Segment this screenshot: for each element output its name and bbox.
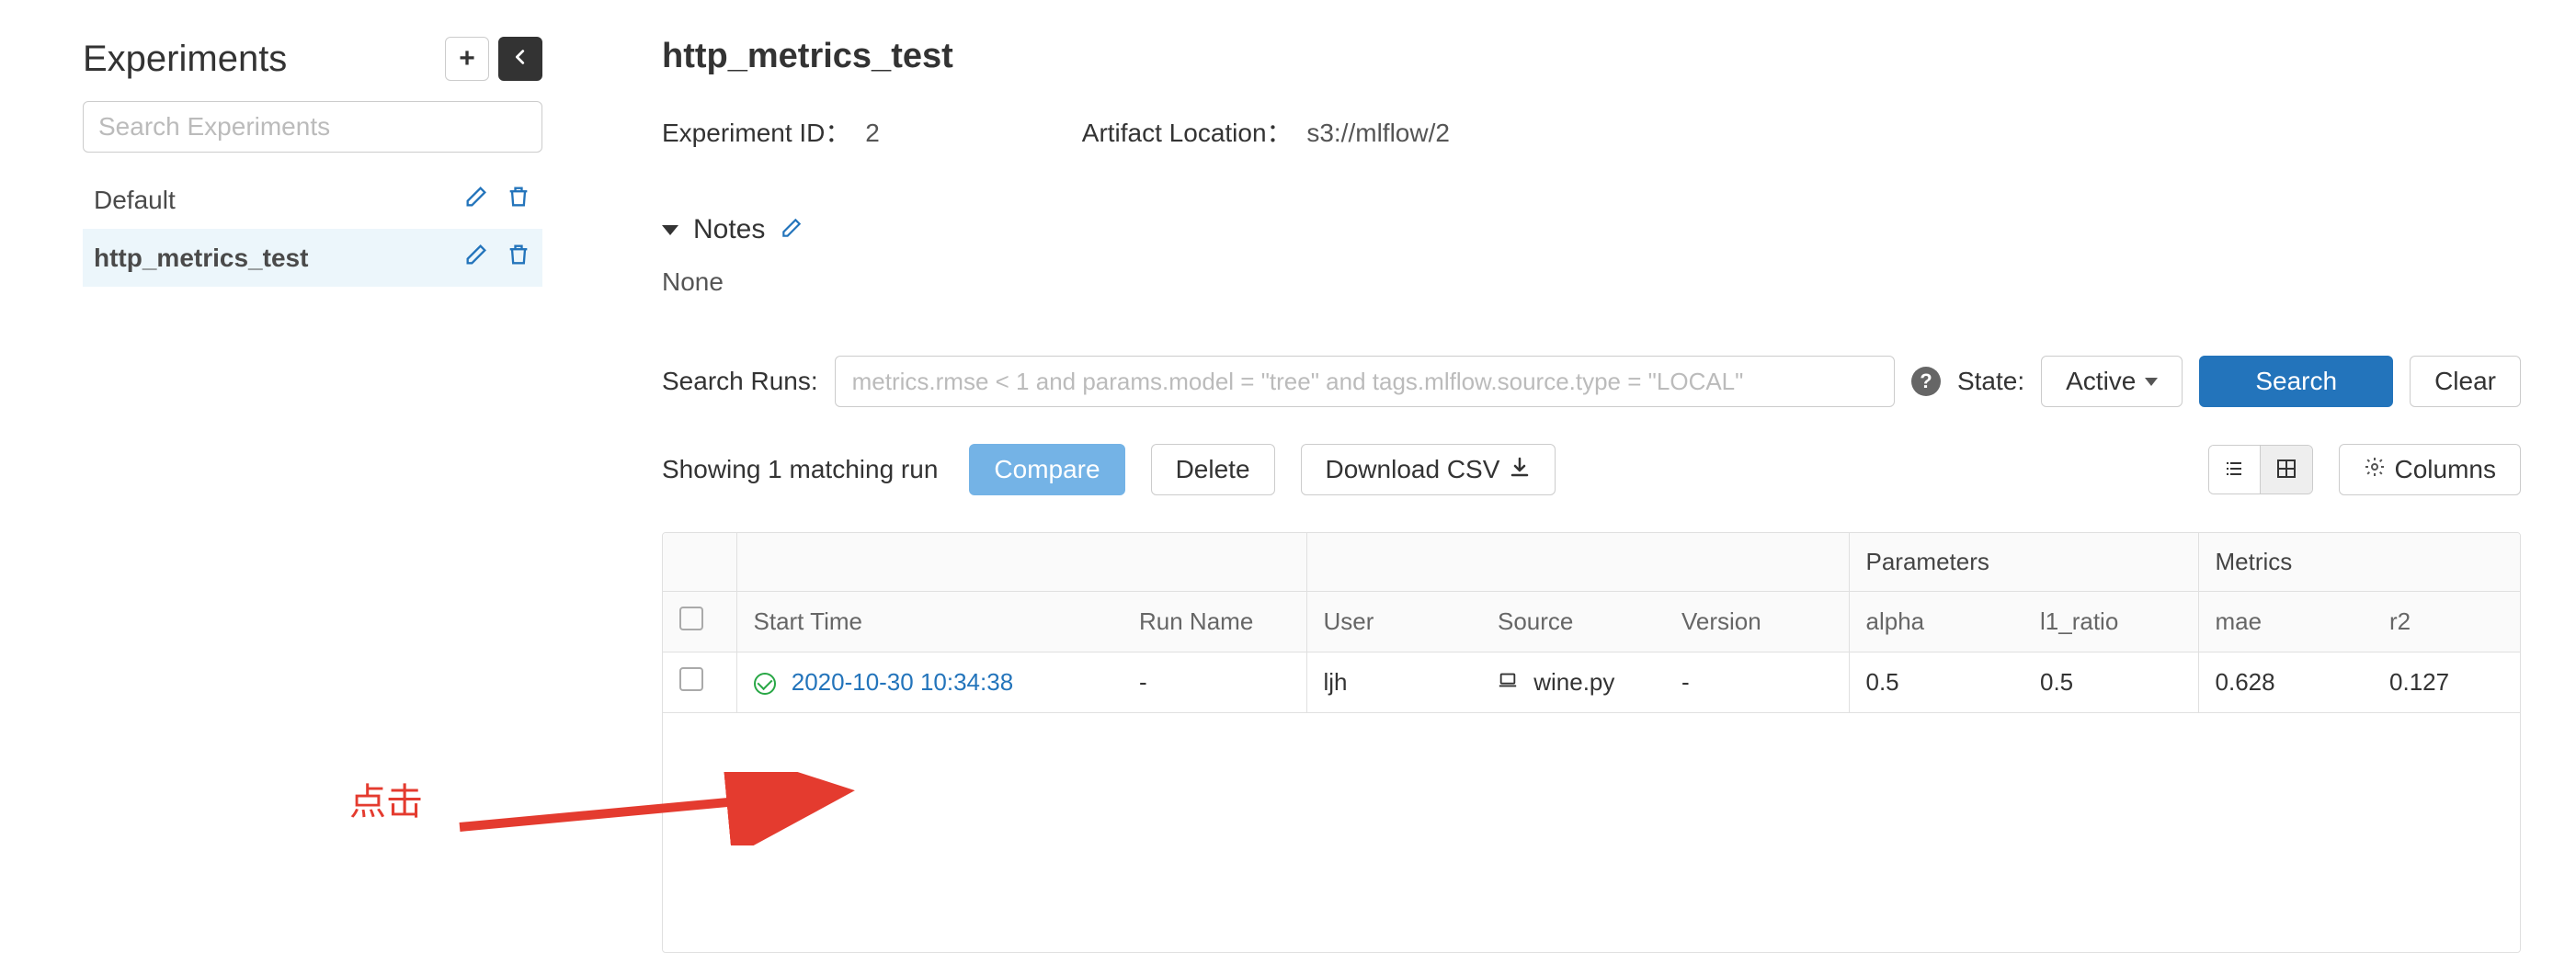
edit-icon[interactable] (463, 242, 489, 274)
col-r2[interactable]: r2 (2373, 592, 2521, 652)
artifact-location-value: s3://mlflow/2 (1306, 119, 1450, 147)
experiment-id-label: Experiment ID： (662, 119, 850, 147)
table-row[interactable]: 2020-10-30 10:34:38 - ljh wine.py - 0.5 (663, 652, 2521, 713)
collapse-sidebar-button[interactable] (498, 37, 542, 81)
chevron-left-icon (510, 45, 530, 74)
state-dropdown[interactable]: Active (2041, 356, 2183, 407)
select-all-checkbox[interactable] (679, 607, 703, 630)
cell-source: wine.py (1533, 668, 1614, 696)
experiment-id-value: 2 (865, 119, 880, 147)
search-runs-input[interactable] (835, 356, 1895, 407)
caret-down-icon[interactable] (662, 225, 678, 235)
col-run-name[interactable]: Run Name (1123, 592, 1306, 652)
cell-version: - (1665, 652, 1849, 713)
plus-icon: + (459, 43, 475, 74)
experiment-name: Default (94, 186, 176, 215)
grid-view-button[interactable] (2261, 446, 2312, 494)
clear-button[interactable]: Clear (2410, 356, 2521, 407)
col-source[interactable]: Source (1481, 592, 1665, 652)
list-icon (2223, 458, 2245, 482)
state-selected: Active (2066, 367, 2136, 396)
edit-notes-icon[interactable] (780, 216, 804, 244)
experiment-item-default[interactable]: Default (83, 171, 542, 229)
columns-label: Columns (2395, 455, 2496, 484)
col-start-time[interactable]: Start Time (736, 592, 1123, 652)
edit-icon[interactable] (463, 184, 489, 216)
cell-alpha: 0.5 (1849, 652, 2023, 713)
notes-content: None (662, 267, 2521, 297)
caret-down-icon (2145, 378, 2158, 386)
compare-button[interactable]: Compare (969, 444, 1124, 495)
sidebar: Experiments + Default (83, 37, 542, 287)
trash-icon[interactable] (506, 242, 531, 274)
artifact-location-label: Artifact Location： (1082, 119, 1293, 147)
download-icon (1509, 455, 1531, 484)
col-version[interactable]: Version (1665, 592, 1849, 652)
col-user[interactable]: User (1306, 592, 1481, 652)
experiment-item-http-metrics-test[interactable]: http_metrics_test (83, 229, 542, 287)
add-experiment-button[interactable]: + (445, 37, 489, 81)
cell-r2: 0.127 (2373, 652, 2521, 713)
laptop-icon (1498, 668, 1524, 696)
col-l1-ratio[interactable]: l1_ratio (2023, 592, 2198, 652)
annotation-arrow (450, 772, 864, 845)
col-alpha[interactable]: alpha (1849, 592, 2023, 652)
notes-label: Notes (693, 214, 765, 245)
help-icon[interactable]: ? (1911, 367, 1941, 396)
grid-icon (2275, 458, 2297, 482)
run-start-time-link[interactable]: 2020-10-30 10:34:38 (792, 668, 1013, 696)
cell-mae: 0.628 (2198, 652, 2373, 713)
matching-runs-text: Showing 1 matching run (662, 455, 938, 484)
list-view-button[interactable] (2209, 446, 2261, 494)
row-checkbox[interactable] (679, 667, 703, 691)
search-experiments-input[interactable] (83, 101, 542, 153)
annotation-text: 点击 (349, 772, 423, 825)
runs-table: Parameters Metrics Start Time Run Name U… (662, 532, 2521, 953)
cell-user: ljh (1306, 652, 1481, 713)
cell-run-name: - (1123, 652, 1306, 713)
page-title: http_metrics_test (662, 37, 2521, 76)
column-group-parameters: Parameters (1849, 533, 2198, 592)
download-csv-button[interactable]: Download CSV (1301, 444, 1556, 495)
main-content: http_metrics_test Experiment ID： 2 Artif… (662, 37, 2521, 953)
search-button[interactable]: Search (2199, 356, 2393, 407)
experiment-name: http_metrics_test (94, 244, 308, 273)
cell-l1-ratio: 0.5 (2023, 652, 2198, 713)
sidebar-title: Experiments (83, 39, 287, 80)
trash-icon[interactable] (506, 184, 531, 216)
column-group-metrics: Metrics (2198, 533, 2521, 592)
columns-button[interactable]: Columns (2339, 444, 2521, 495)
status-success-icon (754, 673, 776, 695)
state-label: State: (1957, 367, 2024, 396)
view-toggle (2208, 445, 2313, 494)
download-csv-label: Download CSV (1326, 455, 1500, 484)
delete-button[interactable]: Delete (1151, 444, 1275, 495)
col-mae[interactable]: mae (2198, 592, 2373, 652)
gear-icon (2364, 455, 2386, 484)
search-runs-label: Search Runs: (662, 367, 818, 396)
